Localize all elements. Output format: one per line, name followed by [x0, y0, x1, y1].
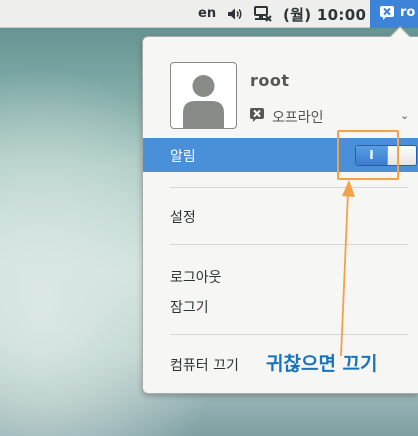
user-menu-label: ro — [400, 5, 416, 20]
chevron-down-icon[interactable]: ⌄ — [400, 109, 409, 122]
status-selector[interactable]: 오프라인 — [272, 107, 324, 127]
power-off-item[interactable]: 컴퓨터 끄기 — [170, 355, 239, 375]
username: root — [250, 71, 290, 90]
notifications-label: 알림 — [170, 149, 196, 165]
speaker-icon[interactable] — [227, 6, 243, 22]
user-menu-button[interactable]: ro — [370, 0, 418, 28]
highlight-box — [337, 130, 399, 180]
settings-item[interactable]: 설정 — [170, 207, 196, 227]
annotation-text: 귀찮으면 끄기 — [266, 353, 378, 375]
avatar[interactable] — [170, 62, 237, 129]
person-icon — [183, 75, 224, 128]
user-offline-icon — [380, 6, 394, 20]
language-indicator[interactable]: en — [198, 6, 216, 21]
offline-icon — [250, 108, 264, 122]
clock[interactable]: (월) 10:00 — [283, 4, 366, 25]
annotation-arrow — [340, 180, 355, 356]
top-bar: en (월) 10:00 ro — [0, 0, 418, 28]
network-offline-icon[interactable] — [254, 5, 272, 23]
divider — [170, 334, 408, 335]
divider — [170, 244, 408, 245]
logout-item[interactable]: 로그아웃 — [170, 267, 222, 287]
lock-item[interactable]: 잠그기 — [170, 297, 209, 317]
divider — [170, 187, 408, 188]
